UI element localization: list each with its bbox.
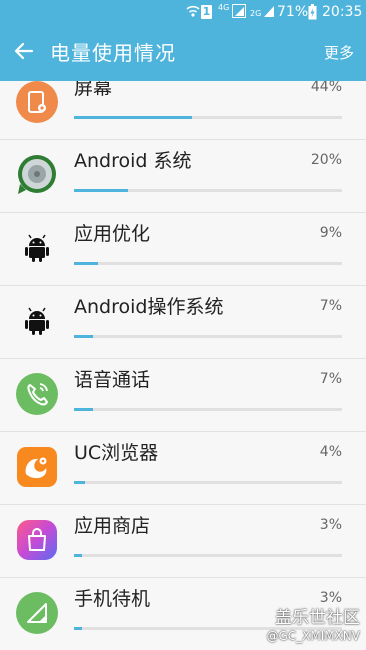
item-label: 手机待机 bbox=[74, 588, 151, 610]
more-button[interactable]: 更多 bbox=[324, 42, 354, 64]
watermark-handle: @GC_XMIMXNV bbox=[266, 629, 360, 643]
android-icon bbox=[16, 300, 58, 342]
usage-bar bbox=[74, 554, 342, 557]
wifi-icon bbox=[186, 4, 200, 23]
list-item-screen[interactable]: 屏幕 44% bbox=[0, 81, 366, 140]
watermark-logo-text: 盖乐世社区 bbox=[275, 608, 360, 628]
usage-bar-fill bbox=[74, 627, 83, 630]
network-4g-label: 4G bbox=[218, 3, 230, 12]
screen-icon bbox=[16, 81, 58, 123]
item-percent: 7% bbox=[319, 298, 342, 314]
app-store-icon bbox=[16, 519, 58, 561]
item-percent: 9% bbox=[319, 225, 342, 241]
item-label: 应用商店 bbox=[74, 515, 151, 537]
usage-bar bbox=[74, 481, 342, 484]
item-label: 语音通话 bbox=[74, 369, 151, 391]
usage-bar-fill bbox=[74, 554, 83, 557]
sim-badge: 1 bbox=[201, 5, 212, 19]
signal-icon bbox=[232, 4, 246, 23]
list-item-voice-call[interactable]: 语音通话 7% bbox=[0, 359, 366, 432]
usage-bar-fill bbox=[74, 335, 93, 338]
item-percent: 3% bbox=[319, 517, 342, 533]
item-label: 应用优化 bbox=[74, 223, 151, 245]
battery-percent: 71% bbox=[277, 4, 309, 20]
clock: 20:35 bbox=[322, 4, 363, 20]
usage-bar-fill bbox=[74, 189, 128, 192]
signal-2g-icon bbox=[263, 4, 275, 23]
list-item-uc-browser[interactable]: UC浏览器 4% bbox=[0, 432, 366, 505]
usage-bar-fill bbox=[74, 408, 93, 411]
network-2g-label: 2G bbox=[250, 9, 262, 18]
list-item-android-os[interactable]: Android操作系统 7% bbox=[0, 286, 366, 359]
usage-bar bbox=[74, 189, 342, 192]
back-button[interactable] bbox=[10, 37, 38, 65]
usage-bar-fill bbox=[74, 262, 99, 265]
usage-bar bbox=[74, 262, 342, 265]
usage-bar bbox=[74, 408, 342, 411]
item-percent: 20% bbox=[310, 152, 342, 168]
item-label: Android操作系统 bbox=[74, 296, 224, 318]
item-percent: 44% bbox=[310, 81, 342, 95]
watermark: 盖乐世社区 @GC_XMIMXNV bbox=[266, 608, 360, 644]
page-title: 电量使用情况 bbox=[50, 41, 176, 65]
item-percent: 3% bbox=[319, 590, 342, 606]
back-arrow-icon bbox=[14, 42, 34, 60]
item-label: Android 系统 bbox=[74, 150, 192, 172]
android-icon bbox=[16, 227, 58, 269]
list-item-app-optimization[interactable]: 应用优化 9% bbox=[0, 213, 366, 286]
item-label: UC浏览器 bbox=[74, 442, 159, 464]
item-percent: 7% bbox=[319, 371, 342, 387]
usage-bar-fill bbox=[74, 481, 85, 484]
status-bar: 1 4G 2G 71% 20:35 bbox=[0, 0, 366, 25]
phone-idle-icon bbox=[16, 592, 58, 634]
list-item-android-system[interactable]: Android 系统 20% bbox=[0, 140, 366, 213]
battery-charging-icon bbox=[308, 4, 317, 25]
usage-bar-fill bbox=[74, 116, 192, 119]
item-label: 屏幕 bbox=[74, 81, 113, 99]
android-system-icon bbox=[16, 154, 58, 196]
app-bar: 电量使用情况 更多 bbox=[0, 25, 366, 81]
uc-browser-icon bbox=[16, 446, 58, 488]
phone-icon bbox=[16, 373, 58, 415]
usage-bar bbox=[74, 116, 342, 119]
battery-usage-list: 屏幕 44% Android 系统 20% 应用优化 9% Android操作系… bbox=[0, 81, 366, 650]
usage-bar bbox=[74, 335, 342, 338]
list-item-app-store[interactable]: 应用商店 3% bbox=[0, 505, 366, 578]
item-percent: 4% bbox=[319, 444, 342, 460]
